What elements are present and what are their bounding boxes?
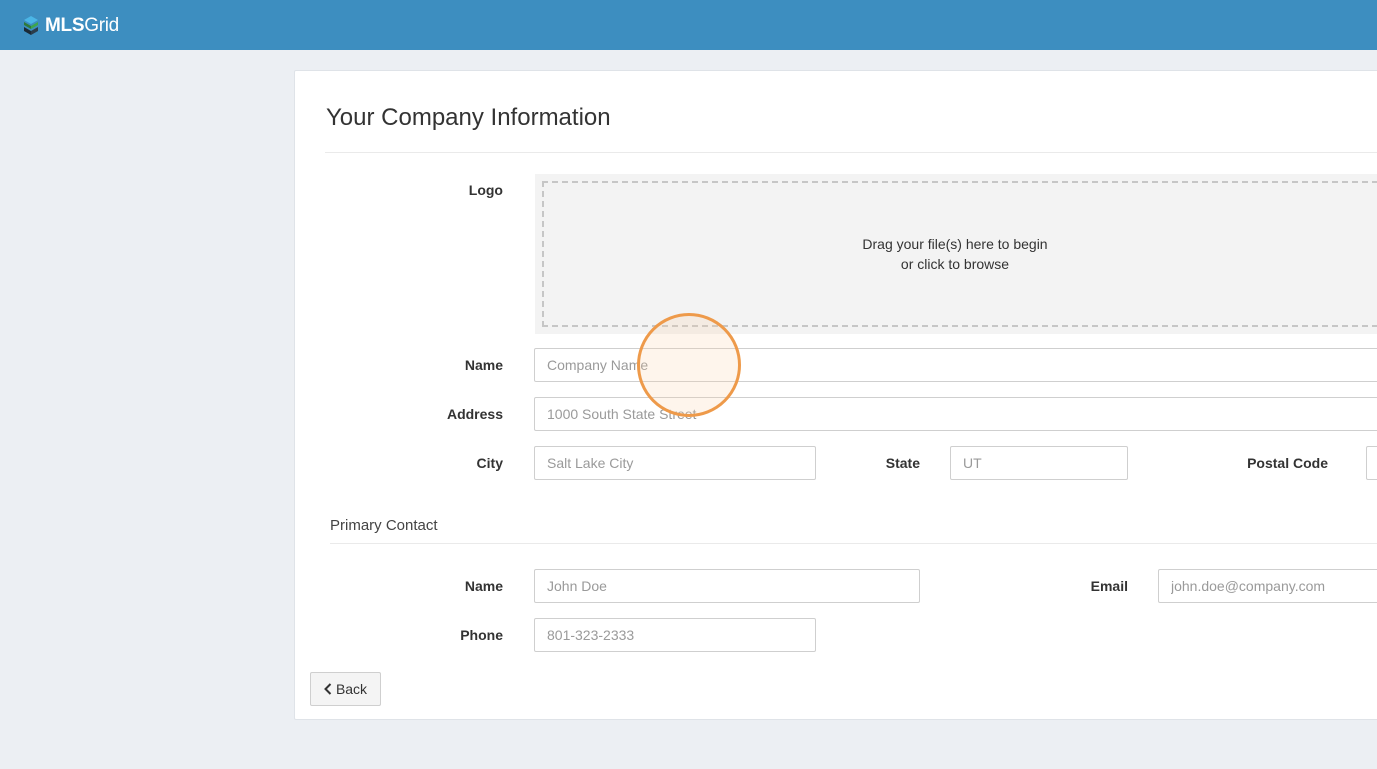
- postal-code-label: Postal Code: [1247, 455, 1328, 471]
- city-label: City: [476, 455, 503, 471]
- phone-input[interactable]: [534, 618, 816, 652]
- address-input[interactable]: [534, 397, 1377, 431]
- logo-label: Logo: [468, 182, 503, 198]
- dropzone-text-primary: Drag your file(s) here to begin: [862, 236, 1048, 252]
- brand-name: MLSGrid: [45, 15, 119, 36]
- company-name-input[interactable]: [534, 348, 1377, 382]
- brand-logo[interactable]: MLSGrid: [23, 15, 119, 37]
- primary-contact-heading: Primary Contact: [330, 517, 438, 534]
- title-divider: [325, 152, 1377, 153]
- section-divider: [330, 543, 1377, 544]
- contact-name-input[interactable]: [534, 569, 920, 603]
- state-label: State: [885, 455, 920, 471]
- top-navbar: MLSGrid: [0, 0, 1377, 50]
- company-info-panel: Your Company Information Logo Drag your …: [294, 70, 1377, 720]
- page-title: Your Company Information: [326, 104, 611, 131]
- chevron-left-icon: [324, 683, 332, 695]
- address-label: Address: [446, 406, 503, 422]
- logo-dropzone[interactable]: Drag your file(s) here to begin or click…: [535, 174, 1377, 334]
- back-button-label: Back: [335, 681, 368, 697]
- email-label: Email: [1090, 578, 1128, 594]
- back-button[interactable]: Back: [310, 672, 381, 706]
- mlsgrid-cube-icon: [24, 16, 38, 35]
- dropzone-text-secondary: or click to browse: [900, 256, 1010, 272]
- dropzone-border: Drag your file(s) here to begin or click…: [542, 181, 1377, 327]
- phone-label: Phone: [460, 627, 503, 643]
- postal-code-input[interactable]: [1366, 446, 1377, 480]
- email-input[interactable]: [1158, 569, 1377, 603]
- company-name-label: Name: [464, 357, 503, 373]
- contact-name-label: Name: [464, 578, 503, 594]
- city-input[interactable]: [534, 446, 816, 480]
- state-input[interactable]: [950, 446, 1128, 480]
